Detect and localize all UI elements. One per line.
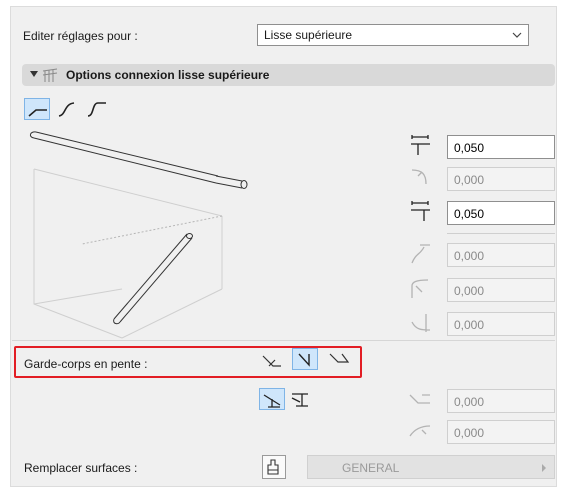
- slope-angled-button[interactable]: [326, 348, 352, 370]
- curve-offset-icon: [411, 244, 430, 264]
- bottom-curve-field[interactable]: 0,000: [447, 312, 555, 336]
- radius-field-1[interactable]: 0,000: [447, 167, 555, 191]
- collapse-triangle-icon: [30, 71, 38, 77]
- connection-straight-button[interactable]: [24, 98, 50, 120]
- override-surfaces-label: Remplacer surfaces :: [24, 461, 138, 475]
- stair-step-right-icon: [291, 393, 308, 407]
- fields-divider: [447, 233, 555, 234]
- corner-radius-icon: [411, 169, 427, 185]
- connection-s-curve-button[interactable]: [84, 98, 110, 120]
- surface-picker-button[interactable]: [262, 455, 286, 479]
- chevron-right-icon: [542, 464, 546, 472]
- offset-field-1[interactable]: 0,050: [447, 135, 555, 159]
- slope-radius-field[interactable]: 0,000: [447, 420, 555, 444]
- dropdown-value: Lisse supérieure: [264, 28, 353, 42]
- horizontal-offset-icon: [411, 135, 430, 155]
- slope-vertical-button[interactable]: [292, 348, 318, 370]
- slope-vertical-icon: [298, 353, 310, 367]
- stair-right-button[interactable]: [288, 388, 314, 410]
- curved-end-icon: [58, 102, 75, 117]
- curve-radius-icon: [411, 279, 429, 298]
- edit-settings-label: Editer réglages pour :: [23, 29, 138, 43]
- connection-curved-button[interactable]: [54, 98, 80, 120]
- paint-brush-icon: [267, 459, 279, 475]
- rail-preview-illustration: [29, 131, 248, 339]
- section-divider: [12, 340, 555, 341]
- stair-step-left-icon: [263, 394, 281, 408]
- slope-horizontal-button[interactable]: [259, 350, 285, 372]
- surface-dropdown[interactable]: GENERAL: [307, 455, 555, 479]
- slope-horizontal-icon: [262, 355, 281, 367]
- slope-offset-field[interactable]: 0,000: [447, 389, 555, 413]
- edit-settings-dropdown[interactable]: Lisse supérieure: [257, 24, 529, 46]
- horizontal-extension-icon: [411, 201, 430, 221]
- curve-offset-field[interactable]: 0,000: [447, 243, 555, 267]
- slope-offset-icon: [409, 394, 430, 404]
- curve-radius-field[interactable]: 0,000: [447, 278, 555, 302]
- slope-label: Garde-corps en pente :: [24, 357, 148, 371]
- slope-angled-icon: [329, 353, 350, 363]
- bottom-curve-icon: [411, 314, 431, 332]
- stair-left-button[interactable]: [259, 388, 285, 410]
- section-title: Options connexion lisse supérieure: [66, 68, 270, 82]
- railing-icon: [42, 68, 58, 82]
- straight-end-icon: [28, 109, 47, 117]
- surface-dropdown-value: GENERAL: [342, 461, 400, 475]
- s-curve-end-icon: [87, 102, 106, 117]
- slope-radius-icon: [409, 425, 431, 437]
- chevron-down-icon: [512, 32, 522, 38]
- section-header[interactable]: Options connexion lisse supérieure: [22, 64, 555, 86]
- offset-field-2[interactable]: 0,050: [447, 201, 555, 225]
